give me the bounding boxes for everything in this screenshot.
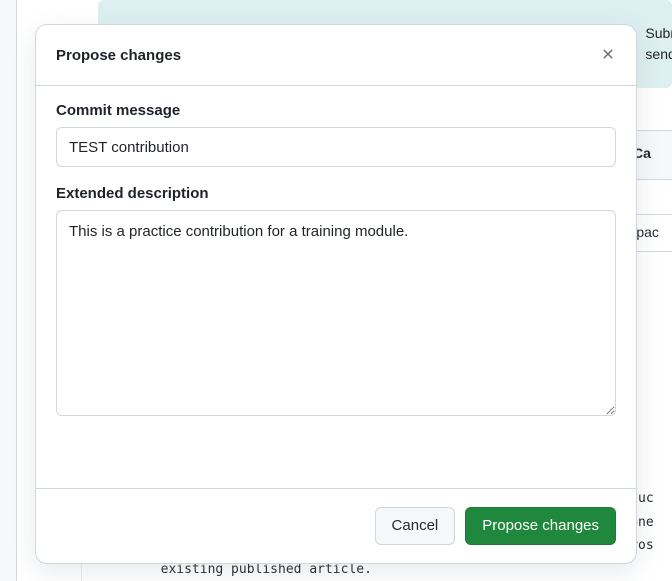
cancel-button[interactable]: Cancel bbox=[375, 507, 456, 545]
close-icon bbox=[600, 46, 616, 65]
propose-changes-dialog: Propose changes Commit message Extended … bbox=[35, 24, 637, 564]
dialog-title: Propose changes bbox=[56, 47, 181, 64]
extended-description-group: Extended description bbox=[56, 185, 616, 421]
extended-description-textarea[interactable] bbox=[56, 210, 616, 416]
commit-message-label: Commit message bbox=[56, 102, 616, 119]
dialog-footer: Cancel Propose changes bbox=[36, 488, 636, 563]
extended-description-label: Extended description bbox=[56, 185, 616, 202]
commit-message-input[interactable] bbox=[56, 127, 616, 167]
bg-sidebar bbox=[0, 0, 17, 581]
bg-info-text: Subm send bbox=[645, 23, 672, 65]
dialog-body: Commit message Extended description bbox=[36, 86, 636, 488]
dialog-header: Propose changes bbox=[36, 25, 636, 86]
close-button[interactable] bbox=[592, 39, 624, 71]
propose-changes-button[interactable]: Propose changes bbox=[465, 507, 616, 545]
commit-message-group: Commit message bbox=[56, 102, 616, 167]
